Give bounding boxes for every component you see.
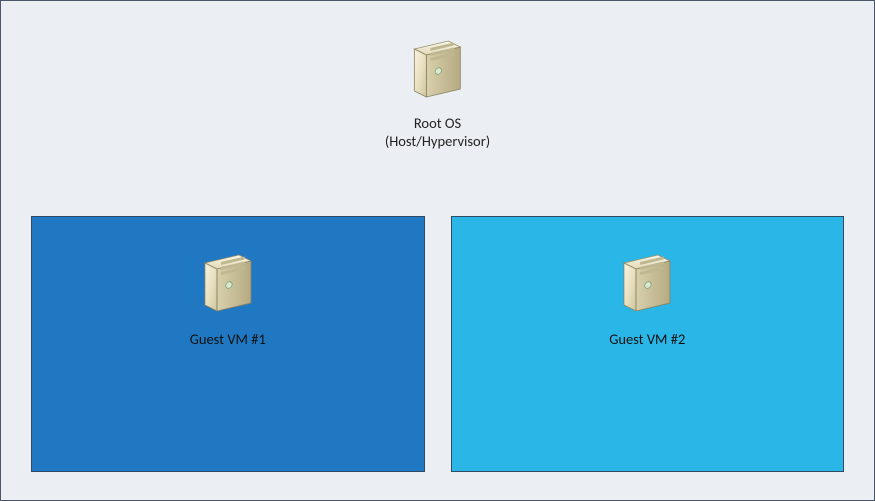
- guest-vm-1-label: Guest VM #1: [190, 330, 266, 348]
- guest-vm-1-box: Guest VM #1: [31, 216, 425, 472]
- root-os-label-line2: (Host/Hypervisor): [385, 132, 490, 150]
- server-tower-icon: [618, 301, 676, 320]
- root-os-label-line1: Root OS: [414, 114, 461, 132]
- diagram-canvas: Root OS (Host/Hypervisor): [0, 0, 875, 501]
- guest-vm-2-box: Guest VM #2: [451, 216, 845, 472]
- guest-vm-2-label: Guest VM #2: [609, 330, 685, 348]
- root-os-node: Root OS (Host/Hypervisor): [385, 39, 490, 150]
- server-tower-icon: [409, 87, 467, 106]
- guest-vm-1-node: Guest VM #1: [190, 253, 266, 348]
- root-os-label: Root OS (Host/Hypervisor): [385, 114, 490, 150]
- guest-vm-2-node: Guest VM #2: [609, 253, 685, 348]
- server-tower-icon: [199, 301, 257, 320]
- vm-row: Guest VM #1: [31, 216, 844, 472]
